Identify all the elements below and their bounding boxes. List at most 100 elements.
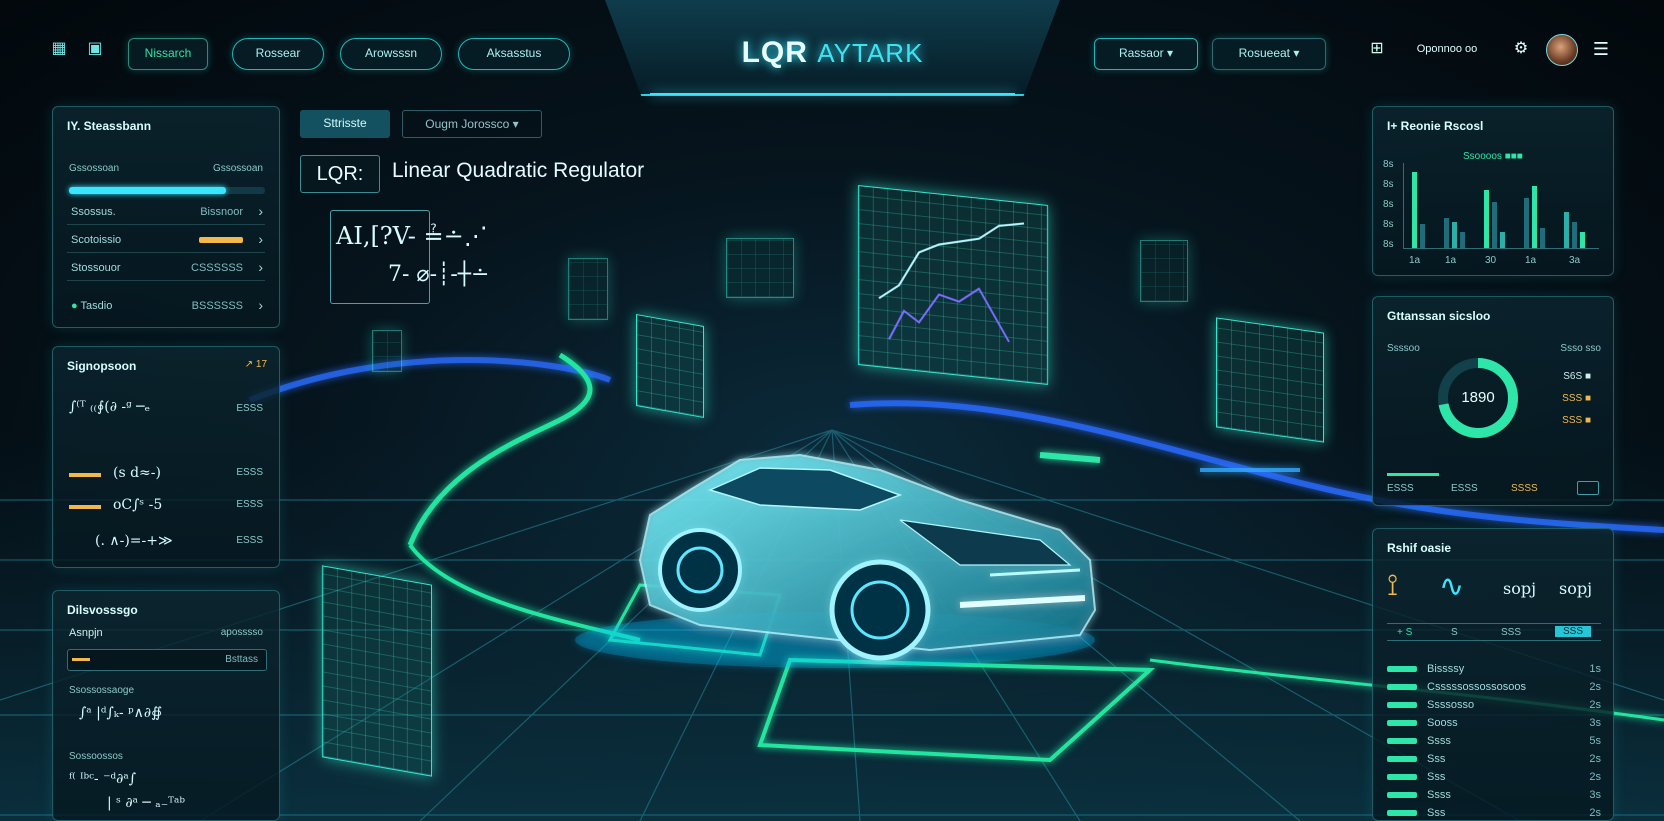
equation-2-marker: [69, 473, 101, 477]
list-item[interactable]: Sss 2s: [1387, 805, 1601, 821]
chart-legend: Ssoooos ■■■: [1463, 151, 1523, 162]
chip[interactable]: + S: [1397, 627, 1412, 638]
eq-tag-2: ESSS: [236, 467, 263, 478]
bar: [1532, 186, 1537, 248]
list-item[interactable]: Ssss 3s: [1387, 787, 1601, 805]
status-dot-icon: ●: [71, 300, 81, 312]
row-value: CSSSSSS: [191, 262, 243, 274]
row-label: Scotoissio: [71, 234, 122, 246]
input-caret-marker: [72, 658, 90, 661]
bar: [1524, 198, 1529, 248]
y-tick: 8s: [1383, 179, 1394, 190]
list-label: Ssss: [1427, 789, 1451, 801]
nav-item-3[interactable]: Aksasstus: [458, 38, 570, 70]
top-bar: ▦ ▣ Nissarch Rossear Arowsssn Aksasstus …: [0, 0, 1664, 100]
row-value: BSSSSSS: [191, 300, 243, 312]
bar: [1580, 232, 1585, 248]
nav-item-1[interactable]: Rossear: [232, 38, 324, 70]
row-label: Tasdio: [80, 300, 113, 312]
tab-sttrisste[interactable]: Sttrisste: [300, 110, 390, 138]
bar: [1452, 222, 1457, 248]
avatar[interactable]: [1546, 34, 1578, 66]
equation-2: (s d≈-): [113, 465, 161, 481]
equation-3: oC∫ˢ -5: [113, 497, 163, 513]
list-label: Csssssossossosoos: [1427, 681, 1527, 693]
add-icon[interactable]: ⊞: [1368, 40, 1386, 58]
progress-bar-fill: [69, 187, 226, 194]
gauge-footer-toggle[interactable]: [1577, 481, 1599, 495]
y-tick: 8s: [1383, 239, 1394, 250]
x-tick: 1a: [1445, 255, 1457, 266]
results-panel-title: Rshif oasie: [1387, 541, 1452, 555]
calendar-icon[interactable]: ▦: [50, 40, 68, 58]
section-tag-1: Ssossossaoge: [69, 685, 135, 696]
x-tick: 1a: [1409, 255, 1421, 266]
row-value: Bissnoor: [200, 206, 243, 218]
row-value-bar: [199, 237, 243, 243]
list-item[interactable]: Csssssossossosoos 2s: [1387, 679, 1601, 697]
chip-row: + S S SSS SSS: [1387, 623, 1601, 641]
list-item[interactable]: Sooss 3s: [1387, 715, 1601, 733]
x-tick: 30: [1485, 255, 1497, 266]
status-row-2[interactable]: Scotoissio ›: [67, 229, 265, 253]
chip-active[interactable]: SSS: [1555, 626, 1592, 637]
y-tick: 8s: [1383, 219, 1394, 230]
response-panel-title: I+ Reonie Rscosl: [1387, 119, 1484, 133]
chip[interactable]: S: [1451, 627, 1458, 638]
list-label: Bissssy: [1427, 663, 1465, 675]
brand-sub: AYTARK: [817, 38, 924, 68]
list-item[interactable]: Bissssy 1s: [1387, 661, 1601, 679]
y-tick: 8s: [1383, 199, 1394, 210]
gauge-panel: Gttanssan sicsloo Ssssoo 1890 Ssso sso S…: [1372, 296, 1614, 506]
list-value: 2s: [1589, 699, 1601, 711]
brand-underline: [650, 93, 1015, 95]
status-row-3[interactable]: Stossouor CSSSSSS ›: [67, 257, 265, 281]
list-item[interactable]: Sss 2s: [1387, 751, 1601, 769]
x-tick: 1a: [1525, 255, 1537, 266]
equation-1: ∫⁽ᵀ ₍₍∮(∂ -ᵍ ─ₑ: [69, 399, 151, 415]
tab-ougm[interactable]: Ougm Jorossco ▾: [402, 110, 542, 138]
list-label: Sooss: [1427, 717, 1458, 729]
eq-tag-4: ESSS: [236, 535, 263, 546]
holo-chart-bottom: [322, 565, 432, 777]
list-item[interactable]: Sss 2s: [1387, 769, 1601, 787]
list-bar: [1387, 774, 1417, 780]
list-bar: [1387, 720, 1417, 726]
results-panel: Rshif oasie ⟟ ∿ sopj sopj + S S SSS SSS …: [1372, 528, 1614, 821]
diagnostics-input[interactable]: Bsttass: [67, 649, 267, 671]
list-bar: [1387, 810, 1417, 816]
chevron-down-icon: ▾: [1167, 46, 1174, 60]
list-item[interactable]: Ssss 5s: [1387, 733, 1601, 751]
status-row-4[interactable]: ● Tasdio BSSSSSS ›: [67, 295, 265, 319]
signal-panel: Signopsoon ↗ 17 ∫⁽ᵀ ₍₍∮(∂ -ᵍ ─ₑ ESSS (s …: [52, 346, 280, 568]
list-label: Sss: [1427, 807, 1446, 819]
settings-icon[interactable]: ⚙: [1512, 40, 1530, 58]
list-label: Ssss: [1427, 735, 1451, 747]
tab-ougm-label: Ougm Jorossco: [425, 117, 510, 131]
signal-panel-corner[interactable]: ↗ 17: [245, 359, 267, 370]
list-bar: [1387, 738, 1417, 744]
window-icon[interactable]: ▣: [86, 40, 104, 58]
diag-equation-1: ∫ᵃ |ᵈ∫ₖ- ᵖ∧∂∯: [79, 705, 163, 721]
bar: [1572, 222, 1577, 248]
holo-chart-small-2: [568, 258, 608, 320]
chevron-down-icon: ▾: [512, 117, 519, 131]
list-value: 3s: [1589, 717, 1601, 729]
list-item[interactable]: Ssssosso 2s: [1387, 697, 1601, 715]
chip[interactable]: SSS: [1501, 627, 1521, 638]
chevron-right-icon: ›: [258, 297, 263, 313]
holo-chart-mid: [636, 314, 704, 418]
list-value: 1s: [1589, 663, 1601, 675]
tab-nissarch[interactable]: Nissarch: [128, 38, 208, 70]
gauge-legend-1: Ssso sso: [1560, 343, 1601, 354]
gauge-divider: [1387, 473, 1439, 476]
list-bar: [1387, 702, 1417, 708]
select-rassaor[interactable]: Rassaor ▾: [1094, 38, 1198, 70]
menu-icon[interactable]: ☰: [1592, 40, 1610, 58]
diagnostics-panel-title: Dilsvosssgo: [67, 603, 138, 617]
select-rosueeat[interactable]: Rosueeat ▾: [1212, 38, 1326, 70]
status-row-1[interactable]: Ssossus. Bissnoor ›: [67, 201, 265, 225]
nav-item-2[interactable]: Arowsssn: [340, 38, 442, 70]
icon-caption-1: sopj: [1503, 579, 1537, 598]
equation-3-marker: [69, 505, 101, 509]
